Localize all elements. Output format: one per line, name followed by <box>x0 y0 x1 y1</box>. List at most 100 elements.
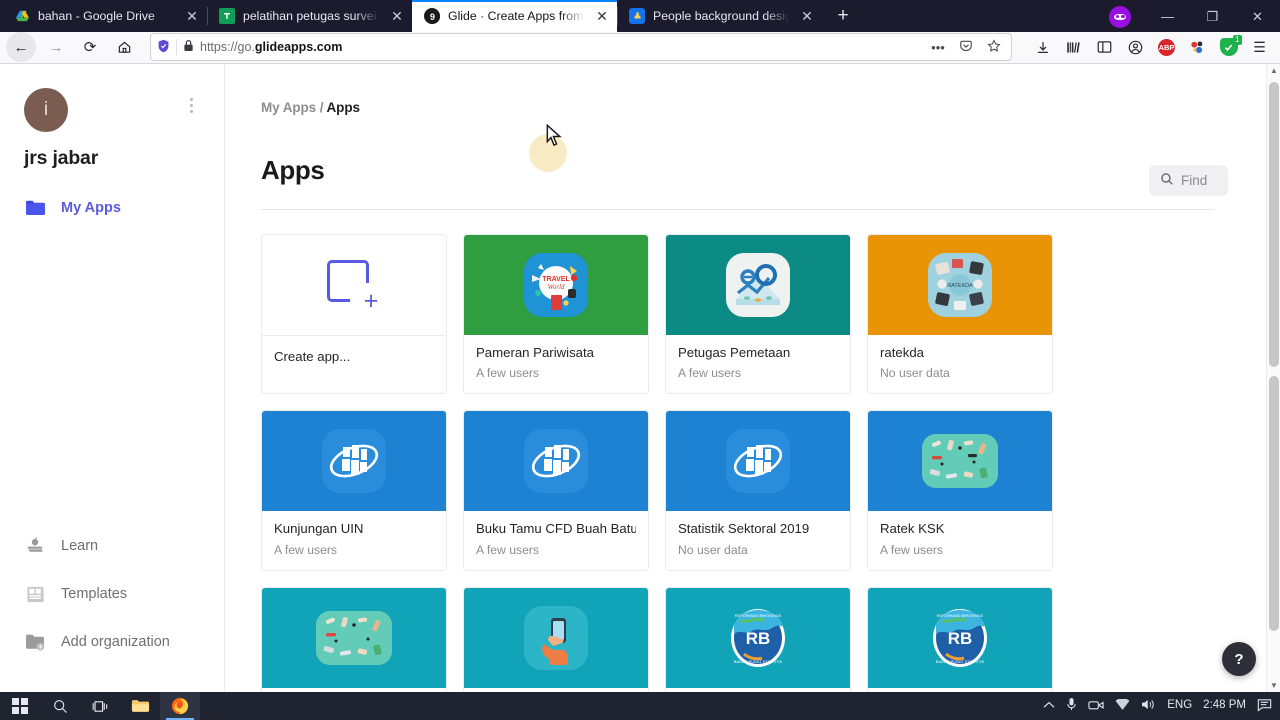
window-controls: — ❐ ✕ <box>1109 0 1280 33</box>
app-users: A few users <box>274 542 337 557</box>
sidebar-item-label: Templates <box>61 586 128 602</box>
sidebar-item-templates[interactable]: Templates <box>0 570 224 618</box>
account-icon[interactable] <box>1121 33 1150 62</box>
glide-icon: 9 <box>424 8 440 24</box>
freepik-icon <box>629 8 645 24</box>
browser-tab-2[interactable]: pelatihan petugas survei - Goo ✕ <box>207 0 412 32</box>
scroll-up-arrow[interactable]: ▲ <box>1267 64 1280 78</box>
scroll-thumb-upper[interactable] <box>1269 81 1279 367</box>
downloads-icon[interactable] <box>1028 33 1057 62</box>
find-search-box[interactable]: Find <box>1149 164 1228 196</box>
reformasi-birokrasi-icon: RB REFORMASI BIROKRASI BADAN PUSAT STATI… <box>928 606 992 670</box>
app-card[interactable]: RATEKDA ratekda No user data <box>867 233 1053 395</box>
app-card[interactable]: Ratek KSK - BPS Provinsi <box>261 586 447 692</box>
teal-collage-icon <box>316 610 392 665</box>
new-tab-button[interactable]: + <box>828 1 858 31</box>
app-card[interactable]: RB REFORMASI BIROKRASI BADAN PUSAT STATI… <box>665 586 851 692</box>
app-card[interactable]: Statistik Sektoral 2019 No user data <box>665 410 851 571</box>
browser-tab-1[interactable]: bahan - Google Drive ✕ <box>2 0 207 32</box>
page-actions-button[interactable]: ••• <box>927 40 949 55</box>
search-icon[interactable] <box>40 692 80 720</box>
tab-close-button[interactable]: ✕ <box>593 7 611 25</box>
sidebar-more-options-button[interactable] <box>182 92 200 120</box>
app-users: A few users <box>476 366 539 381</box>
folder-icon <box>24 197 46 219</box>
app-name: Kunjungan UIN <box>274 521 364 537</box>
volume-icon[interactable] <box>1141 698 1156 714</box>
app-thumb <box>262 411 446 512</box>
app-card[interactable]: RB REFORMASI BIROKRASI BADAN PUSAT STATI… <box>867 586 1053 692</box>
tab-close-button[interactable]: ✕ <box>798 7 816 25</box>
home-button[interactable] <box>108 32 140 62</box>
windows-start-icon[interactable] <box>0 692 40 720</box>
app-card-body: ratekda No user data <box>868 334 1052 394</box>
app-menu-icon[interactable]: ☰ <box>1245 33 1274 62</box>
app-name: ratekda <box>880 344 924 360</box>
firefox-icon[interactable] <box>160 692 200 720</box>
app-card-body: Statistik Sektoral 2019 No user data <box>666 511 850 570</box>
create-app-card[interactable]: + Create app... <box>261 233 447 395</box>
taskbar-language[interactable]: ENG <box>1167 700 1192 712</box>
app-sidebar: i jrs jabar My Apps Learn Templates Add … <box>0 63 225 692</box>
scroll-down-arrow[interactable]: ▼ <box>1267 678 1280 692</box>
security-shield-icon[interactable]: 1 <box>1214 33 1243 62</box>
app-name: Ratek KSK <box>880 521 945 537</box>
sidebar-item-my-apps[interactable]: My Apps <box>0 188 224 228</box>
forward-button[interactable]: → <box>40 32 72 62</box>
tab-close-button[interactable]: ✕ <box>183 7 201 25</box>
maximize-button[interactable]: ❐ <box>1190 0 1235 33</box>
adblock-plus-icon[interactable]: ABP <box>1152 33 1181 62</box>
star-icon[interactable] <box>983 39 1005 56</box>
back-button[interactable]: ← <box>6 32 36 63</box>
app-card[interactable]: Ratek KSK A few users <box>867 410 1053 571</box>
graduation-apple-icon <box>24 535 46 557</box>
page-title: Apps <box>261 154 325 185</box>
app-thumb: RATEKDA <box>868 234 1052 335</box>
task-view-icon[interactable] <box>80 692 120 720</box>
padlock-icon[interactable] <box>183 39 194 55</box>
reload-button[interactable]: ⟳ <box>74 32 106 62</box>
app-card[interactable]: Petugas Pemetaan A few users <box>665 233 851 395</box>
sidebar-item-learn[interactable]: Learn <box>0 522 224 570</box>
library-icon[interactable] <box>1059 33 1088 62</box>
create-app-body: Create app... <box>262 334 446 380</box>
file-explorer-icon[interactable] <box>120 692 160 720</box>
pocket-icon[interactable] <box>955 39 977 56</box>
app-card[interactable]: Buku Tamu CFD Buah Batu A few users <box>463 410 649 571</box>
sidebar-icon[interactable] <box>1090 33 1119 62</box>
address-bar[interactable]: https://go.glideapps.com ••• <box>150 33 1012 62</box>
tracking-protection-shield-icon[interactable] <box>157 39 170 56</box>
app-users: No user data <box>678 542 748 557</box>
tab-close-button[interactable]: ✕ <box>388 7 406 25</box>
breadcrumb-parent[interactable]: My Apps <box>261 100 316 115</box>
bps-logo-icon <box>524 429 588 494</box>
close-window-button[interactable]: ✕ <box>1235 0 1280 33</box>
page-scrollbar[interactable]: ▲ ▼ <box>1266 63 1280 692</box>
taskbar-clock[interactable]: 2:48 PM <box>1203 700 1246 712</box>
url-text[interactable]: https://go.glideapps.com <box>200 40 921 54</box>
wifi-icon[interactable] <box>1115 697 1130 714</box>
microphone-icon[interactable] <box>1066 697 1077 715</box>
abp-badge: ABP <box>1158 38 1175 56</box>
firefox-mask-icon[interactable] <box>1109 5 1131 28</box>
svg-text:RATEKDA: RATEKDA <box>947 283 973 289</box>
minimize-button[interactable]: — <box>1145 0 1190 33</box>
sidebar-item-add-organization[interactable]: Add organization <box>0 618 224 666</box>
browser-tab-3[interactable]: 9 Glide · Create Apps from Goog ✕ <box>412 0 617 32</box>
avatar[interactable]: i <box>24 87 68 132</box>
app-card[interactable]: Kunjungan UIN A few users <box>261 410 447 571</box>
show-hidden-icons-arrow[interactable] <box>1043 699 1055 713</box>
extension-molecule-icon[interactable] <box>1183 33 1212 62</box>
app-card[interactable]: TRAVEL World Pameran Pariwisata A few us… <box>463 233 649 395</box>
app-thumb <box>464 587 648 688</box>
app-thumb <box>262 587 446 688</box>
notifications-icon[interactable] <box>1257 698 1272 715</box>
app-card[interactable]: Checklist Protokol 2019 <box>463 586 649 692</box>
scroll-thumb-lower[interactable] <box>1269 375 1279 631</box>
webcam-icon[interactable] <box>1088 699 1104 714</box>
browser-tab-4[interactable]: People background design | Fre ✕ <box>617 0 822 32</box>
app-users: No user data <box>880 366 950 381</box>
help-button[interactable]: ? <box>1222 642 1256 676</box>
app-thumb <box>464 411 648 512</box>
tab-title: bahan - Google Drive <box>38 9 155 23</box>
